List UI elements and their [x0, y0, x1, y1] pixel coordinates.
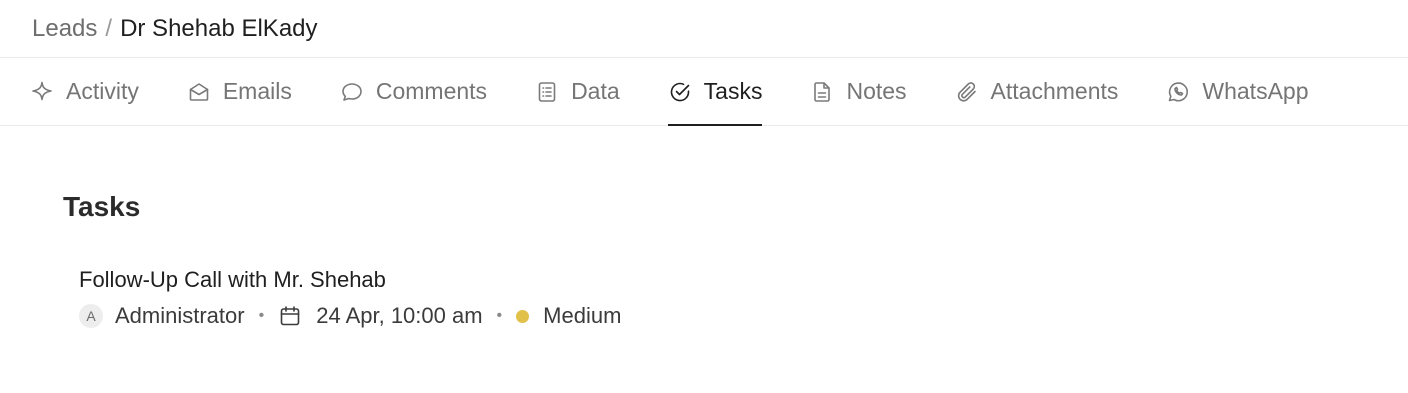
- tab-notes[interactable]: Notes: [810, 58, 907, 125]
- tab-label: Activity: [66, 78, 139, 104]
- calendar-icon: [278, 304, 302, 328]
- activity-icon: [30, 80, 54, 104]
- tab-data[interactable]: Data: [535, 58, 620, 125]
- data-icon: [535, 80, 559, 104]
- tab-label: Comments: [375, 78, 488, 104]
- whatsapp-icon: [1166, 80, 1190, 104]
- task-due-date: 24 Apr, 10:00 am: [316, 303, 483, 328]
- tab-label: Data: [571, 78, 620, 104]
- priority-indicator-dot: [516, 309, 530, 323]
- tab-comments[interactable]: Comments: [340, 58, 487, 125]
- breadcrumb-leads-link[interactable]: Leads: [32, 16, 97, 41]
- tab-label: Emails: [222, 78, 292, 104]
- tab-label: Attachments: [990, 78, 1119, 104]
- tab-label: Tasks: [703, 78, 763, 104]
- task-check-icon: [668, 80, 692, 104]
- note-icon: [810, 80, 834, 104]
- avatar: A: [79, 304, 103, 328]
- tab-emails[interactable]: Emails: [187, 58, 292, 125]
- task-priority: Medium: [543, 303, 622, 328]
- breadcrumb-separator: /: [105, 14, 113, 42]
- task-meta: A Administrator • 24 Apr, 10:00 am • Med…: [79, 302, 1408, 330]
- task-assignee: Administrator: [115, 303, 245, 328]
- tab-label: Notes: [846, 78, 907, 104]
- task-title: Follow-Up Call with Mr. Shehab: [79, 267, 386, 292]
- task-item[interactable]: Follow-Up Call with Mr. Shehab A Adminis…: [79, 266, 1408, 330]
- comment-icon: [340, 80, 364, 104]
- section-title: Tasks: [63, 191, 141, 222]
- paperclip-icon: [955, 80, 979, 104]
- breadcrumb: Leads / Dr Shehab ElKady: [32, 14, 318, 42]
- tab-label: WhatsApp: [1202, 78, 1309, 104]
- email-icon: [187, 80, 211, 104]
- tasks-panel: Tasks Follow-Up Call with Mr. Shehab A A…: [0, 126, 1408, 330]
- page-header: Leads / Dr Shehab ElKady: [0, 0, 1408, 58]
- tab-activity[interactable]: Activity: [30, 58, 139, 125]
- tab-bar: Activity Emails Comments Data Tasks Note…: [0, 58, 1408, 126]
- tab-tasks[interactable]: Tasks: [667, 58, 763, 126]
- meta-separator: •: [496, 307, 503, 324]
- breadcrumb-current-lead: Dr Shehab ElKady: [120, 14, 318, 42]
- meta-separator: •: [258, 307, 265, 324]
- tab-whatsapp[interactable]: WhatsApp: [1166, 58, 1309, 125]
- tab-attachments[interactable]: Attachments: [955, 58, 1119, 125]
